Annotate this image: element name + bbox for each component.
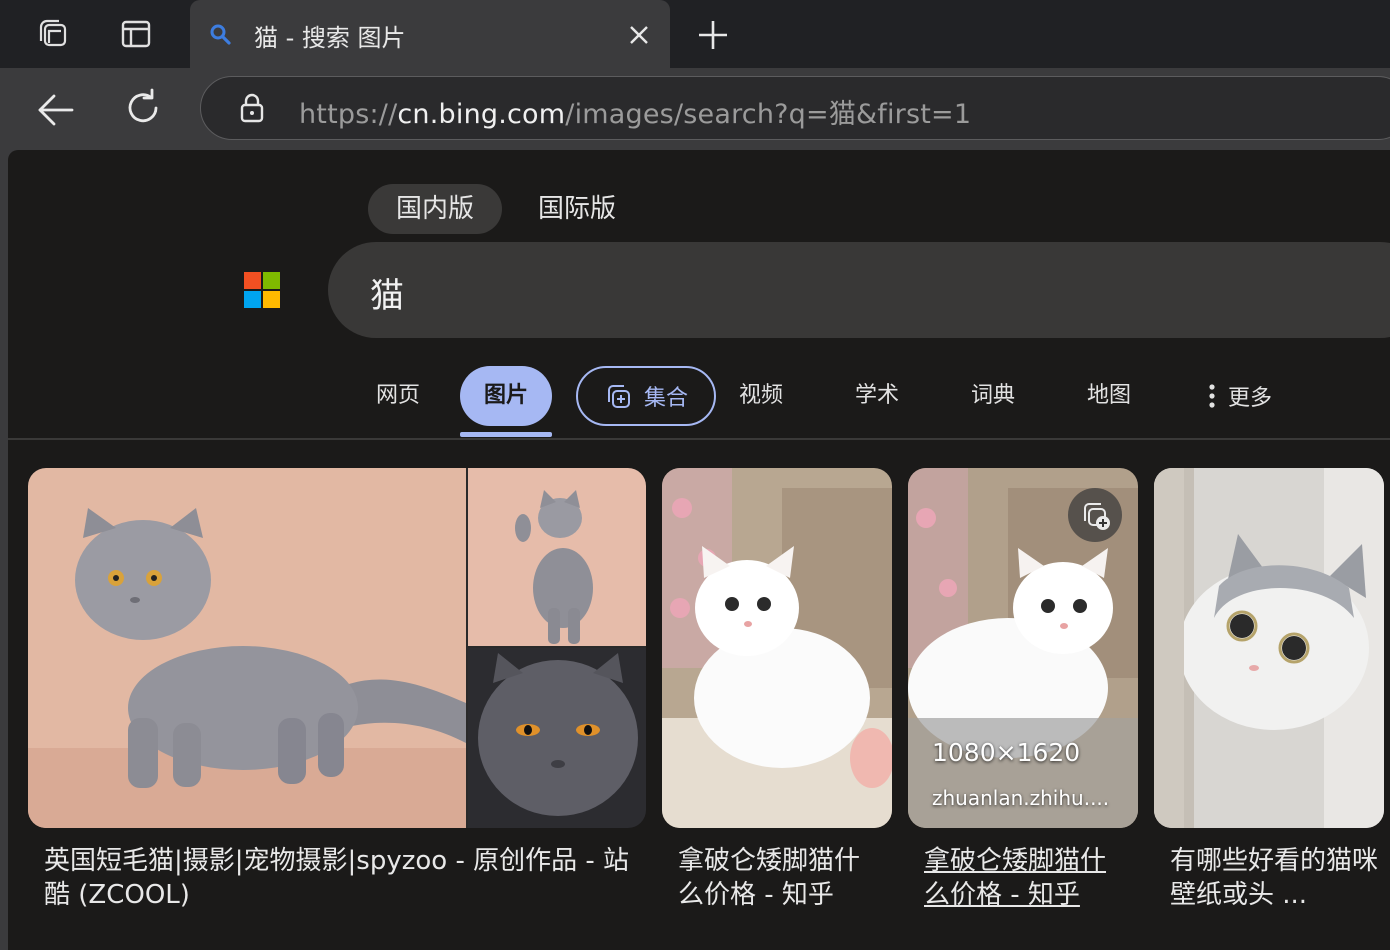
region-tab-label: 国际版 [538, 194, 617, 224]
url-path: /images/search?q=猫&first=1 [565, 99, 972, 130]
nav-tab-label: 视频 [738, 383, 783, 408]
nav-tab-academic[interactable]: 学术 [846, 366, 908, 426]
nav-tab-label: 学术 [854, 383, 899, 408]
nav-tab-label: 地图 [1086, 383, 1131, 408]
tab-strip: 猫 - 搜索 图片 [0, 0, 1390, 68]
result-caption-1[interactable]: 英国短毛猫|摄影|宠物摄影|spyzoo - 原创作品 - 站酷 (ZCOOL) [44, 844, 644, 912]
browser-toolbar: https://cn.bing.com/images/search?q=猫&fi… [0, 68, 1390, 150]
result-caption-2[interactable]: 拿破仑矮脚猫什么价格 - 知乎 [678, 844, 878, 912]
region-tab-international[interactable]: 国际版 [510, 184, 644, 234]
close-icon[interactable] [626, 22, 652, 48]
nav-tab-videos[interactable]: 视频 [730, 366, 792, 426]
lock-icon[interactable] [237, 93, 267, 123]
active-tab[interactable]: 猫 - 搜索 图片 [190, 0, 670, 68]
image-result-4[interactable] [1154, 468, 1384, 828]
result-caption-text: 有哪些好看的猫咪壁纸或头 ... [1170, 846, 1379, 910]
nav-tab-label: 图片 [483, 383, 528, 408]
active-tab-indicator [460, 432, 552, 437]
back-arrow-icon[interactable] [34, 88, 78, 132]
nav-tab-label: 词典 [970, 383, 1015, 408]
image-result-2[interactable] [662, 468, 892, 828]
workspaces-icon [39, 19, 67, 47]
search-icon [210, 24, 231, 45]
collections-icon [607, 385, 630, 408]
region-tab-domestic[interactable]: 国内版 [368, 184, 503, 234]
peeking-kitten-image [1154, 468, 1384, 828]
tab-title: 猫 - 搜索 图片 [254, 24, 406, 52]
nav-tab-dictionary[interactable]: 词典 [962, 366, 1024, 426]
header-divider [8, 438, 1390, 440]
url-text[interactable]: https://cn.bing.com/images/search?q=猫&fi… [299, 92, 971, 131]
tab-actions-icon [121, 20, 151, 48]
nav-tab-collections[interactable]: 集合 [576, 366, 716, 426]
nav-tab-maps[interactable]: 地图 [1078, 366, 1140, 426]
url-scheme: https:// [299, 99, 398, 130]
search-input[interactable]: 猫 [328, 242, 1390, 338]
url-host: cn.bing.com [397, 99, 566, 130]
result-caption-text: 英国短毛猫|摄影|宠物摄影|spyzoo - 原创作品 - 站酷 (ZCOOL) [44, 846, 630, 910]
result-caption-3[interactable]: 拿破仑矮脚猫什么价格 - 知乎 [924, 844, 1124, 912]
region-tab-label: 国内版 [396, 194, 475, 224]
image-result-1[interactable] [28, 468, 646, 828]
bing-images-page: 国内版 国际版 猫 网页 图片 集合 视频 学术 词典 地图 更多 英国短毛猫|… [8, 150, 1390, 950]
microsoft-logo-icon[interactable] [244, 272, 280, 308]
result-caption-text: 拿破仑矮脚猫什么价格 - 知乎 [924, 846, 1107, 910]
nav-more-button[interactable]: 更多 [1208, 366, 1272, 426]
new-tab-icon[interactable] [694, 16, 732, 54]
vertical-tabs-button[interactable] [116, 14, 156, 54]
nav-tab-web[interactable]: 网页 [358, 366, 438, 426]
image-source[interactable]: zhuanlan.zhihu.... [932, 786, 1109, 810]
image-result-3[interactable]: 1080×1620 zhuanlan.zhihu.... [908, 468, 1138, 828]
address-bar[interactable]: https://cn.bing.com/images/search?q=猫&fi… [200, 76, 1390, 140]
nav-tab-label: 集合 [643, 386, 688, 411]
image-dimensions: 1080×1620 [932, 738, 1081, 767]
search-query: 猫 [370, 276, 404, 316]
nav-tab-label: 更多 [1228, 386, 1273, 411]
grey-cat-collage-image [28, 468, 646, 828]
add-to-collection-button[interactable] [1068, 488, 1122, 542]
result-caption-4[interactable]: 有哪些好看的猫咪壁纸或头 ... [1170, 844, 1380, 912]
reload-icon[interactable] [122, 86, 166, 130]
result-caption-text: 拿破仑矮脚猫什么价格 - 知乎 [678, 846, 861, 910]
white-kitten-image [662, 468, 892, 828]
workspaces-button[interactable] [32, 14, 72, 54]
add-to-collection-icon [1084, 503, 1110, 530]
nav-tab-images[interactable]: 图片 [460, 366, 552, 426]
nav-tab-label: 网页 [375, 383, 420, 408]
more-vertical-icon [1209, 384, 1215, 408]
